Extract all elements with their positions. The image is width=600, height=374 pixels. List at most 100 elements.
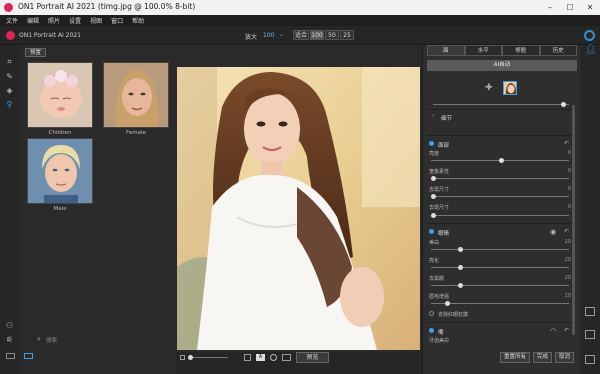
zoom-fit-button[interactable]: 适合 [293, 30, 309, 40]
eye-icon[interactable]: ◉ [550, 228, 556, 236]
red-eye-checkbox[interactable] [429, 311, 434, 316]
menu-edit[interactable]: 编辑 [27, 16, 39, 25]
menu-file[interactable]: 文件 [6, 16, 18, 25]
split-view-icon[interactable]: A [256, 354, 265, 361]
divider [427, 135, 572, 136]
reset-all-button[interactable]: 重置所有 [500, 352, 531, 363]
slider-knob[interactable] [431, 176, 436, 181]
dark-circles-slider[interactable] [431, 283, 569, 288]
filmstrip-view-icon[interactable] [6, 353, 15, 359]
face-thumbnail[interactable] [502, 81, 517, 95]
tab-level[interactable]: 水平 [464, 45, 502, 56]
brush-tool-icon[interactable]: ✎ [5, 72, 14, 81]
maximize-button[interactable]: ☐ [560, 0, 580, 15]
skin-row-value[interactable]: 0 [543, 186, 571, 192]
image-canvas[interactable] [176, 45, 422, 352]
eraser-tool-icon[interactable]: ◈ [5, 86, 14, 95]
details-label[interactable]: 细节 [441, 114, 452, 122]
details-expand-icon[interactable]: › [432, 113, 434, 119]
tab-face[interactable]: 面 [427, 45, 465, 56]
preset-thumbnail-male[interactable] [27, 138, 93, 204]
main-photo[interactable] [177, 67, 420, 350]
blemish-size-slider-2[interactable] [431, 213, 569, 218]
slider-knob[interactable] [431, 213, 436, 218]
mouth-reset-icon[interactable]: ↶ [564, 327, 569, 334]
print-icon[interactable] [585, 307, 595, 316]
eyes-row-value[interactable]: 20 [543, 275, 571, 281]
menu-help[interactable]: 帮助 [132, 16, 144, 25]
breadcrumb[interactable]: 预置 [25, 48, 47, 57]
tab-retouch[interactable]: 修脸 [502, 45, 540, 56]
crop-tool-icon[interactable]: ⌗ [5, 57, 14, 66]
lips-icon[interactable]: ◠ [550, 327, 556, 335]
tab-history[interactable]: 历史 [539, 45, 577, 56]
panel-toggle-icon[interactable] [585, 355, 595, 364]
slider-knob[interactable] [431, 194, 436, 199]
face-strength-knob[interactable] [561, 102, 566, 107]
ai-auto-button[interactable]: AI自动 [427, 60, 577, 71]
preset-thumbnail-female[interactable] [103, 62, 169, 128]
portrait-module-icon[interactable]: 👤︎ [585, 45, 596, 55]
done-button[interactable]: 完成 [533, 352, 553, 363]
close-button[interactable]: ✕ [580, 0, 600, 15]
slider-knob[interactable] [445, 301, 450, 306]
eyes-whiten-slider[interactable] [431, 247, 569, 252]
slider-knob[interactable] [458, 283, 463, 288]
menu-photo[interactable]: 照片 [48, 16, 60, 25]
grid-view-icon[interactable] [24, 353, 33, 359]
zoom-25-button[interactable]: 25 [340, 30, 354, 40]
eyes-brighten-slider[interactable] [431, 265, 569, 270]
zoom-50-button[interactable]: 50 [325, 30, 339, 40]
slider-knob[interactable] [458, 247, 463, 252]
eyes-row-value[interactable]: 10 [543, 293, 571, 299]
app-name: ON1 Portrait AI 2021 [19, 32, 81, 39]
zoom-100-button[interactable]: 100 [310, 30, 324, 40]
before-after-icon[interactable] [282, 354, 291, 361]
skin-enable-icon[interactable] [429, 141, 434, 146]
eyes-reset-icon[interactable]: ↶ [564, 228, 569, 235]
brow-enhance-slider[interactable] [431, 301, 569, 306]
minimize-button[interactable]: – [540, 0, 560, 15]
slider-knob[interactable] [499, 158, 504, 163]
menu-view[interactable]: 视图 [90, 16, 102, 25]
face-strength-slider[interactable] [433, 102, 569, 107]
zoom-dropdown-icon[interactable]: ⌄ [279, 31, 284, 38]
user-icon[interactable]: ⚇ [5, 321, 14, 330]
menu-window[interactable]: 窗口 [111, 16, 123, 25]
mask-view-icon[interactable] [270, 354, 277, 361]
blemish-size-slider[interactable] [431, 194, 569, 199]
skin-reset-icon[interactable]: ↶ [564, 140, 569, 147]
face-tool-icon[interactable]: ⚲ [5, 100, 14, 109]
eyes-row-value[interactable]: 20 [543, 257, 571, 263]
brush-size-slider[interactable] [188, 355, 228, 360]
preset-label-male: Male [53, 206, 67, 212]
mouth-enable-icon[interactable] [429, 328, 434, 333]
cancel-button[interactable]: 取消 [555, 352, 575, 363]
search-input[interactable]: 搜索 [46, 336, 57, 344]
tool-strip: ⌗ ✎ ◈ ⚲ ⚇ ⚟ [0, 45, 19, 374]
zoom-value[interactable]: 100 [263, 32, 274, 39]
skin-smooth-slider[interactable] [431, 176, 569, 181]
menu-settings[interactable]: 设置 [69, 16, 81, 25]
eyes-enable-icon[interactable] [429, 229, 434, 234]
portrait-image [177, 67, 420, 350]
add-face-icon[interactable]: ✚ [485, 83, 493, 93]
skin-row-value[interactable]: 0 [543, 204, 571, 210]
compare-icon[interactable] [244, 354, 251, 361]
panel-scrollbar[interactable] [572, 105, 575, 335]
eyes-row-value[interactable]: 20 [543, 239, 571, 245]
skin-brightness-slider[interactable] [431, 158, 569, 163]
layers-icon[interactable]: ⚟ [5, 335, 14, 344]
skin-row-value[interactable]: 0 [543, 168, 571, 174]
divider [427, 223, 572, 224]
skin-row-value[interactable]: 0 [543, 150, 571, 156]
fit-icon[interactable] [180, 355, 185, 360]
preview-button[interactable]: 预览 [296, 352, 329, 363]
divider [427, 109, 572, 110]
panel-tabs: 面 水平 修脸 历史 [427, 45, 577, 56]
account-icon[interactable] [584, 30, 595, 41]
export-icon[interactable] [585, 330, 595, 339]
brush-size-knob[interactable] [188, 355, 193, 360]
slider-knob[interactable] [458, 265, 463, 270]
preset-thumbnail-children[interactable] [27, 62, 93, 128]
